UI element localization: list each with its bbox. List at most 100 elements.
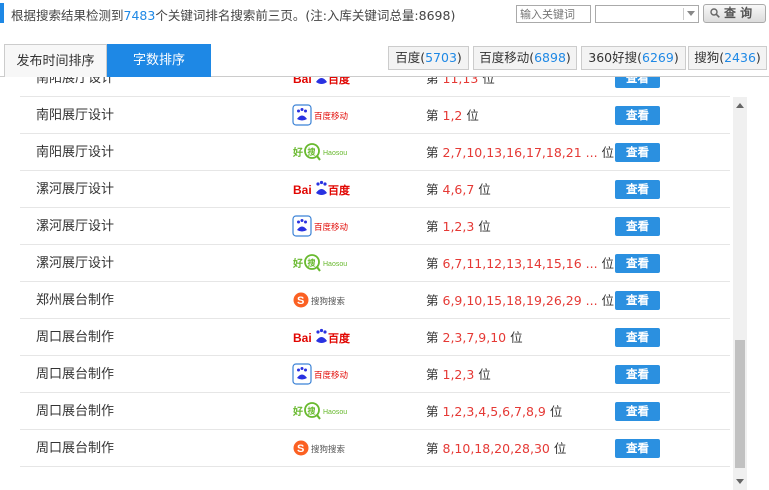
- haosou-logo: 好搜 Haosou: [292, 141, 356, 163]
- haosou-logo: 好搜 Haosou: [292, 252, 356, 274]
- rank-positions: 1,2: [442, 108, 463, 123]
- view-button[interactable]: 查看: [615, 77, 660, 88]
- sogou-logo: S 搜狗搜索: [292, 289, 356, 311]
- engine-filter-360[interactable]: 360好搜(6269): [581, 46, 686, 70]
- row-keyword: 周口展台制作: [36, 404, 115, 419]
- engine-count: 2436: [724, 50, 756, 65]
- svg-text:好: 好: [292, 257, 303, 270]
- row-keyword: 郑州展台制作: [36, 293, 115, 308]
- table-row: 周口展台制作 Bai 百度 第 2,3,7,9,10 位 查看: [20, 319, 730, 356]
- svg-text:百度: 百度: [328, 183, 351, 197]
- engine-name: 360好搜: [588, 50, 638, 65]
- view-button[interactable]: 查看: [615, 180, 660, 199]
- rank-positions: 8,10,18,20,28,30: [442, 441, 550, 456]
- select-divider: [683, 8, 684, 20]
- table-row: 周口展台制作 S 搜狗搜索 第 8,10,18,20,28,30 位 查看: [20, 430, 730, 467]
- svg-text:好: 好: [292, 146, 303, 159]
- engine-filter-baidu-mobile[interactable]: 百度移动(6898): [473, 46, 577, 70]
- summary-suffix: 个关键词排名搜索前三页。(注:入库关键词总量:8698): [155, 8, 456, 23]
- view-button[interactable]: 查看: [615, 291, 660, 310]
- svg-text:Haosou: Haosou: [323, 409, 347, 416]
- row-keyword: 周口展台制作: [36, 330, 115, 345]
- svg-text:Haosou: Haosou: [323, 150, 347, 157]
- view-button[interactable]: 查看: [615, 365, 660, 384]
- engine-filter-baidu[interactable]: 百度(5703): [388, 46, 469, 70]
- table-row: 南阳展厅设计 好搜 Haosou 第 2,7,10,13,16,17,18,21 …: [20, 134, 730, 171]
- view-button[interactable]: 查看: [615, 254, 660, 273]
- rank-positions: 1,2,3,4,5,6,7,8,9: [442, 404, 546, 419]
- engine-count: 6269: [642, 50, 674, 65]
- row-keyword: 南阳展厅设计: [36, 77, 115, 86]
- row-keyword: 周口展台制作: [36, 441, 115, 456]
- engine-select[interactable]: [595, 5, 699, 23]
- svg-text:Bai: Bai: [293, 331, 312, 345]
- rank-positions: 1,2,3: [442, 219, 475, 234]
- rank-positions: 6,9,10,15,18,19,26,29 ...: [442, 293, 598, 308]
- svg-text:搜: 搜: [308, 406, 317, 416]
- svg-text:百度: 百度: [328, 77, 351, 86]
- view-button[interactable]: 查看: [615, 402, 660, 421]
- svg-text:Bai: Bai: [293, 77, 312, 86]
- row-keyword: 漯河展厅设计: [36, 182, 115, 197]
- row-keyword: 漯河展厅设计: [36, 219, 115, 234]
- view-button[interactable]: 查看: [615, 106, 660, 125]
- list-scrollbar[interactable]: [733, 97, 747, 490]
- row-keyword: 南阳展厅设计: [36, 145, 115, 160]
- row-rank: 第 8,10,18,20,28,30 位: [426, 441, 567, 456]
- svg-text:搜: 搜: [308, 258, 317, 268]
- row-rank: 第 1,2,3 位: [426, 367, 491, 382]
- rank-positions: 1,2,3: [442, 367, 475, 382]
- rank-positions: 2,3,7,9,10: [442, 330, 507, 345]
- svg-text:S: S: [297, 295, 304, 307]
- tab-publish-time[interactable]: 发布时间排序: [4, 44, 107, 77]
- query-button[interactable]: 查 询: [703, 4, 766, 23]
- baidu-logo: Bai 百度: [292, 178, 356, 200]
- row-rank: 第 1,2,3,4,5,6,7,8,9 位: [426, 404, 563, 419]
- ranking-list[interactable]: 南阳展厅设计 Bai 百度 第 11,13 位 查看 南阳展厅设计 百度移动 第 …: [20, 77, 730, 490]
- table-row: 漯河展厅设计 百度移动 第 1,2,3 位 查看: [20, 208, 730, 245]
- view-button[interactable]: 查看: [615, 217, 660, 236]
- table-row: 漯河展厅设计 好搜 Haosou 第 6,7,11,12,13,14,15,16 …: [20, 245, 730, 282]
- sogou-logo: S 搜狗搜索: [292, 437, 356, 459]
- view-button[interactable]: 查看: [615, 328, 660, 347]
- row-keyword: 周口展台制作: [36, 367, 115, 382]
- row-rank: 第 1,2,3 位: [426, 219, 491, 234]
- summary-bar: 根据搜索结果检测到7483个关键词排名搜索前三页。(注:入库关键词总量:8698…: [0, 0, 769, 28]
- view-button[interactable]: 查看: [615, 143, 660, 162]
- table-row: 周口展台制作 好搜 Haosou 第 1,2,3,4,5,6,7,8,9 位 查看: [20, 393, 730, 430]
- tab-word-count[interactable]: 字数排序: [107, 44, 211, 77]
- row-rank: 第 11,13 位: [426, 77, 495, 97]
- rank-positions: 11,13: [442, 77, 479, 86]
- baidu-mobile-logo: 百度移动: [292, 104, 356, 126]
- table-row: 漯河展厅设计 Bai 百度 第 4,6,7 位 查看: [20, 171, 730, 208]
- svg-text:S: S: [297, 443, 304, 455]
- svg-text:百度移动: 百度移动: [314, 222, 349, 233]
- baidu-mobile-logo: 百度移动: [292, 363, 356, 385]
- row-rank: 第 6,9,10,15,18,19,26,29 ... 位: [426, 293, 615, 308]
- rank-positions: 6,7,11,12,13,14,15,16 ...: [442, 256, 598, 271]
- keyword-search-input[interactable]: [516, 5, 591, 23]
- row-rank: 第 4,6,7 位: [426, 182, 491, 197]
- row-rank: 第 6,7,11,12,13,14,15,16 ... 位: [426, 256, 615, 271]
- view-button[interactable]: 查看: [615, 439, 660, 458]
- scroll-up-icon[interactable]: [736, 103, 744, 108]
- scrollbar-thumb[interactable]: [735, 340, 745, 468]
- svg-text:百度: 百度: [328, 331, 351, 345]
- summary-text: 根据搜索结果检测到7483个关键词排名搜索前三页。(注:入库关键词总量:8698…: [11, 5, 455, 24]
- ranking-rows: 南阳展厅设计 Bai 百度 第 11,13 位 查看 南阳展厅设计 百度移动 第 …: [20, 77, 730, 467]
- query-button-label: 查 询: [724, 6, 753, 20]
- engine-filter-sogou[interactable]: 搜狗(2436): [688, 46, 767, 70]
- engine-name: 百度移动: [479, 50, 530, 65]
- svg-text:搜狗搜索: 搜狗搜索: [311, 296, 345, 307]
- row-keyword: 漯河展厅设计: [36, 256, 115, 271]
- baidu-logo: Bai 百度: [292, 77, 356, 89]
- svg-text:好: 好: [292, 405, 303, 418]
- table-row: 周口展台制作 百度移动 第 1,2,3 位 查看: [20, 356, 730, 393]
- table-row: 郑州展台制作 S 搜狗搜索 第 6,9,10,15,18,19,26,29 ...…: [20, 282, 730, 319]
- scroll-down-icon[interactable]: [736, 479, 744, 484]
- table-row: 南阳展厅设计 Bai 百度 第 11,13 位 查看: [20, 77, 730, 97]
- row-rank: 第 1,2 位: [426, 108, 479, 123]
- summary-count: 7483: [123, 8, 156, 23]
- summary-prefix: 根据搜索结果检测到: [11, 8, 124, 23]
- haosou-logo: 好搜 Haosou: [292, 400, 356, 422]
